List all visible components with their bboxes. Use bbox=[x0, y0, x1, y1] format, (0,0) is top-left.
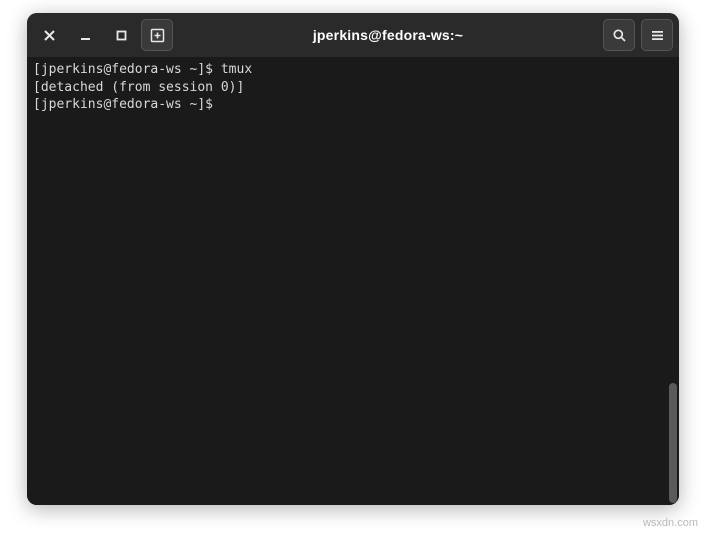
minimize-button[interactable] bbox=[69, 19, 101, 51]
new-tab-button[interactable] bbox=[141, 19, 173, 51]
search-icon bbox=[612, 28, 627, 43]
terminal-body[interactable]: [jperkins@fedora-ws ~]$ tmux [detached (… bbox=[27, 57, 679, 505]
search-button[interactable] bbox=[603, 19, 635, 51]
titlebar-right-controls bbox=[603, 19, 673, 51]
titlebar-left-controls bbox=[33, 19, 173, 51]
terminal-window: jperkins@fedora-ws:~ bbox=[27, 13, 679, 505]
hamburger-icon bbox=[650, 28, 665, 43]
maximize-button[interactable] bbox=[105, 19, 137, 51]
scrollbar[interactable] bbox=[669, 383, 677, 503]
terminal-line: [jperkins@fedora-ws ~]$ bbox=[33, 96, 673, 114]
watermark: wsxdn.com bbox=[643, 517, 698, 529]
close-button[interactable] bbox=[33, 19, 65, 51]
close-icon bbox=[43, 29, 56, 42]
new-tab-icon bbox=[150, 28, 165, 43]
menu-button[interactable] bbox=[641, 19, 673, 51]
terminal-line: [detached (from session 0)] bbox=[33, 79, 673, 97]
maximize-icon bbox=[115, 29, 128, 42]
minimize-icon bbox=[79, 29, 92, 42]
titlebar: jperkins@fedora-ws:~ bbox=[27, 13, 679, 57]
window-title: jperkins@fedora-ws:~ bbox=[173, 27, 603, 43]
terminal-line: [jperkins@fedora-ws ~]$ tmux bbox=[33, 61, 673, 79]
